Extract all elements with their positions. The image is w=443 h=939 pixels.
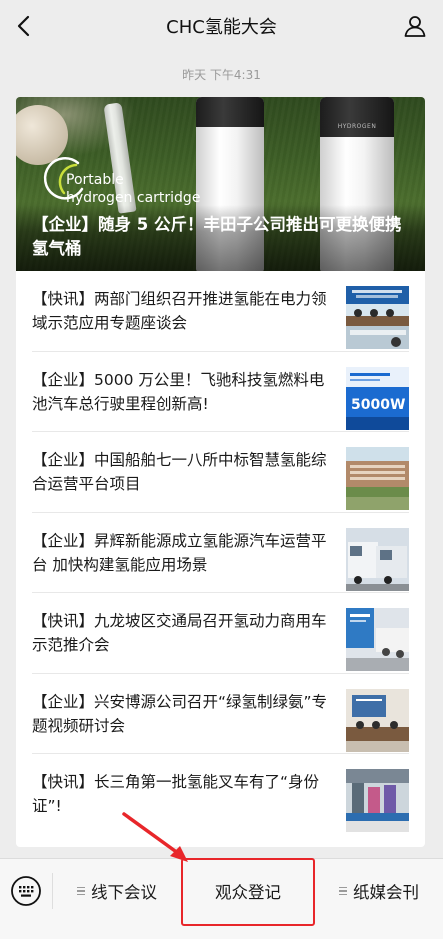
news-title: 【企业】中国船舶七一八所中标智慧氢能综合运营平台项目 bbox=[32, 451, 327, 493]
hero-article[interactable]: HYDROGEN Portable hydrogen cartridge 【企业… bbox=[16, 97, 425, 271]
chevron-left-icon bbox=[17, 15, 30, 37]
news-thumbnail bbox=[346, 286, 409, 349]
menu-item-label: 纸媒会刊 bbox=[353, 883, 419, 902]
person-icon bbox=[404, 16, 426, 37]
menu-item-offline-meeting[interactable]: 线下会议 bbox=[53, 859, 181, 923]
hero-caption: Portable hydrogen cartridge bbox=[66, 171, 200, 207]
news-thumbnail bbox=[346, 769, 409, 832]
news-thumbnail bbox=[346, 527, 409, 591]
keyboard-icon bbox=[11, 876, 41, 906]
news-title: 【快讯】两部门组织召开推进氢能在电力领域示范应用专题座谈会 bbox=[32, 290, 327, 332]
news-title: 【快讯】九龙坡区交通局召开氢动力商用车示范推介会 bbox=[32, 612, 327, 654]
hero-headline: 【企业】随身 5 公斤！丰田子公司推出可更换便携氢气桶 bbox=[16, 205, 425, 271]
cylinder-brand: HYDROGEN bbox=[337, 123, 377, 130]
news-title: 【企业】兴安博源公司召开“绿氢制绿氨”专题视频研讨会 bbox=[32, 692, 328, 735]
news-item[interactable]: 【快讯】两部门组织召开推进氢能在电力领域示范应用专题座谈会 bbox=[32, 271, 409, 352]
news-thumbnail bbox=[346, 447, 409, 510]
message-timestamp: 昨天 下午4:31 bbox=[182, 68, 261, 82]
news-item[interactable]: 【快讯】长三角第一批氢能叉车有了“身份证”! bbox=[32, 754, 409, 835]
news-thumbnail bbox=[346, 688, 409, 752]
submenu-lines-icon bbox=[339, 885, 347, 898]
page-title: CHC氢能大会 bbox=[166, 17, 277, 38]
news-item[interactable]: 【快讯】九龙坡区交通局召开氢动力商用车示范推介会 bbox=[32, 593, 409, 674]
news-title: 【企业】5000 万公里！飞驰科技氢燃料电池汽车总行驶里程创新高! bbox=[32, 370, 325, 413]
news-thumbnail bbox=[346, 608, 409, 671]
submenu-lines-icon bbox=[77, 885, 85, 898]
pointer-arrow-icon bbox=[122, 812, 188, 862]
news-item[interactable]: 【企业】中国船舶七一八所中标智慧氢能综合运营平台项目 bbox=[32, 432, 409, 513]
news-title: 【企业】昇辉新能源成立氢能源汽车运营平台 加快构建氢能应用场景 bbox=[32, 531, 327, 574]
thumb-caption: 5000W bbox=[351, 397, 405, 413]
back-button[interactable] bbox=[8, 10, 40, 42]
top-bar: CHC氢能大会 bbox=[0, 0, 443, 52]
news-item[interactable]: 【企业】昇辉新能源成立氢能源汽车运营平台 加快构建氢能应用场景 bbox=[32, 513, 409, 593]
article-card: HYDROGEN Portable hydrogen cartridge 【企业… bbox=[16, 97, 425, 847]
news-list: 【快讯】两部门组织召开推进氢能在电力领域示范应用专题座谈会 【企业】5000 万… bbox=[16, 271, 425, 835]
menu-item-label: 线下会议 bbox=[91, 883, 157, 902]
menu-item-print-journal[interactable]: 纸媒会刊 bbox=[315, 859, 443, 923]
highlight-box bbox=[181, 858, 315, 926]
hero-caption-line1: Portable bbox=[66, 172, 124, 188]
news-item[interactable]: 【企业】兴安博源公司召开“绿氢制绿氨”专题视频研讨会 bbox=[32, 674, 409, 754]
news-item[interactable]: 【企业】5000 万公里！飞驰科技氢燃料电池汽车总行驶里程创新高! 5000W bbox=[32, 352, 409, 432]
news-thumbnail: 5000W bbox=[346, 366, 409, 430]
keyboard-toggle-button[interactable] bbox=[10, 875, 42, 907]
profile-button[interactable] bbox=[399, 10, 431, 42]
